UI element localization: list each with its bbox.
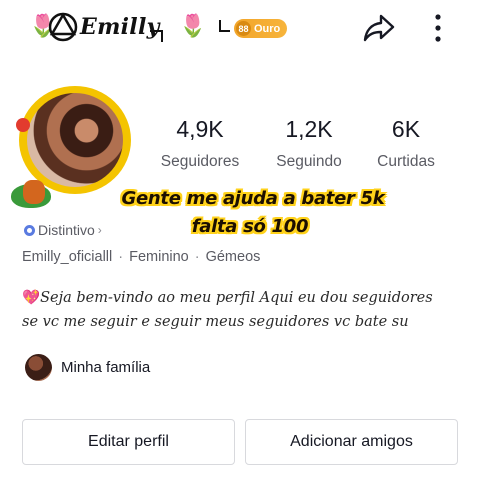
corner-bracket-decoration xyxy=(150,30,163,42)
rose-icon: 🌷 xyxy=(179,14,207,39)
stat-followers[interactable]: 4,9K Seguidores xyxy=(145,116,255,171)
stat-likes[interactable]: 6K Curtidas xyxy=(351,116,461,171)
bio-line: 💖Seja bem-vindo ao meu perfil Aqui eu do… xyxy=(22,286,472,310)
heart-icon: 💖 xyxy=(22,290,41,306)
profile-bio: 💖Seja bem-vindo ao meu perfil Aqui eu do… xyxy=(22,286,472,334)
profile-meta: Emilly_oficialll · Feminino · Gémeos xyxy=(22,249,260,265)
edit-profile-button[interactable]: Editar perfil xyxy=(22,419,235,465)
family-label: Minha família xyxy=(61,359,151,376)
family-link[interactable]: Minha família xyxy=(25,354,150,381)
separator-dot: · xyxy=(194,249,200,265)
logo-mark-icon xyxy=(48,12,78,42)
overlay-caption-line-2: falta só 100 xyxy=(191,216,309,237)
profile-header: 🌷 Emilly 🌷 88 Ouro xyxy=(0,0,480,58)
overlay-caption-line-1: Gente me ajuda a bater 5k xyxy=(121,188,385,209)
stat-label: Seguindo xyxy=(276,153,342,170)
ouro-badge-icon: 88 xyxy=(236,21,251,36)
ouro-badge-label: Ouro xyxy=(254,22,281,35)
username: Emilly_oficialll xyxy=(22,249,113,265)
more-icon[interactable] xyxy=(432,13,444,43)
avatar-photo xyxy=(27,93,123,187)
avatar-decoration-flower xyxy=(16,118,30,132)
bio-line: se vc me seguir e seguir meus seguidores… xyxy=(22,314,409,330)
add-friends-button[interactable]: Adicionar amigos xyxy=(245,419,458,465)
stat-label: Curtidas xyxy=(377,153,435,170)
corner-bracket-decoration xyxy=(219,20,230,32)
stat-value: 6K xyxy=(391,116,421,142)
gender: Feminino xyxy=(129,249,189,265)
separator-dot: · xyxy=(118,249,124,265)
profile-avatar[interactable] xyxy=(11,84,135,208)
stat-value: 4,9K xyxy=(176,116,224,142)
stat-following[interactable]: 1,2K Seguindo xyxy=(254,116,364,171)
family-avatar xyxy=(25,354,52,381)
profile-display-name: Emilly xyxy=(80,14,160,40)
stat-value: 1,2K xyxy=(285,116,333,142)
ouro-level-badge[interactable]: 88 Ouro xyxy=(234,19,288,38)
bio-text: Seja bem-vindo ao meu perfil Aqui eu dou… xyxy=(40,290,433,306)
zodiac-sign: Gémeos xyxy=(205,249,261,265)
stat-label: Seguidores xyxy=(160,153,240,170)
share-icon[interactable] xyxy=(362,12,396,44)
